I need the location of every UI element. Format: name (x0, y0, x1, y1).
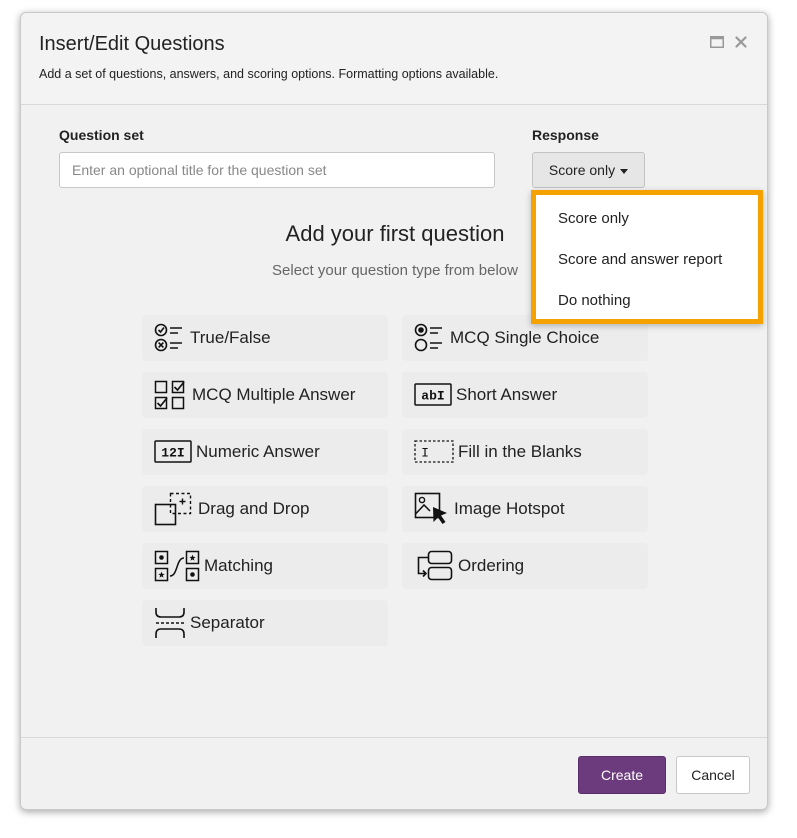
short-answer-icon-text: abI (421, 389, 444, 404)
response-option-score-and-answer-report[interactable]: Score and answer report (558, 251, 722, 268)
question-type-ordering[interactable]: Ordering (402, 543, 648, 589)
response-dropdown-button[interactable]: Score only (532, 152, 645, 188)
question-type-label: MCQ Multiple Answer (192, 385, 356, 404)
question-type-label: Ordering (458, 556, 525, 575)
footer-divider (21, 737, 767, 738)
ordering-icon (414, 550, 454, 582)
multiple-answer-icon (154, 379, 188, 411)
question-type-numeric-answer[interactable]: 12I Numeric Answer (142, 429, 388, 475)
question-set-label: Question set (59, 127, 144, 143)
question-type-label: Image Hotspot (454, 499, 565, 518)
short-answer-icon: abI (414, 382, 452, 408)
question-type-label: Short Answer (456, 385, 558, 404)
separator-icon (154, 606, 186, 640)
dialog-title: Insert/Edit Questions (39, 33, 225, 55)
question-type-label: Matching (204, 556, 273, 575)
question-type-short-answer[interactable]: abI Short Answer (402, 372, 648, 418)
question-type-label: Fill in the Blanks (458, 442, 582, 461)
cancel-button[interactable]: Cancel (676, 756, 750, 794)
dialog-header: Insert/Edit Questions Add a set of quest… (21, 13, 767, 105)
create-button[interactable]: Create (578, 756, 666, 794)
fill-blank-icon-text: I (421, 446, 429, 461)
question-set-input[interactable] (59, 152, 495, 188)
numeric-icon-text: 12I (161, 446, 184, 461)
question-type-true-false[interactable]: True/False (142, 315, 388, 361)
question-type-label: MCQ Single Choice (450, 328, 600, 347)
question-type-fill-in-the-blanks[interactable]: I Fill in the Blanks (402, 429, 648, 475)
question-type-mcq-multiple-answer[interactable]: MCQ Multiple Answer (142, 372, 388, 418)
question-type-separator[interactable]: Separator (142, 600, 388, 646)
single-choice-icon (414, 322, 446, 354)
numeric-answer-icon: 12I (154, 439, 192, 465)
question-type-label: True/False (190, 328, 271, 347)
question-type-label: Drag and Drop (198, 499, 310, 518)
question-type-matching[interactable]: Matching (142, 543, 388, 589)
true-false-icon (154, 322, 186, 354)
response-label: Response (532, 127, 599, 143)
response-option-do-nothing[interactable]: Do nothing (558, 292, 631, 309)
question-type-image-hotspot[interactable]: Image Hotspot (402, 486, 648, 532)
question-type-label: Numeric Answer (196, 442, 320, 461)
window-maximize-icon[interactable] (708, 33, 726, 51)
dialog-subtitle: Add a set of questions, answers, and sco… (39, 67, 499, 81)
response-selected-value: Score only (548, 162, 616, 178)
response-dropdown-menu: Score only Score and answer report Do no… (531, 190, 763, 324)
chevron-down-icon (620, 168, 629, 174)
drag-drop-icon (154, 492, 194, 526)
response-option-score-only[interactable]: Score only (558, 210, 629, 227)
fill-blanks-icon: I (414, 439, 454, 465)
question-type-drag-and-drop[interactable]: Drag and Drop (142, 486, 388, 532)
image-hotspot-icon (414, 492, 450, 526)
insert-edit-questions-dialog: Insert/Edit Questions Add a set of quest… (20, 12, 768, 810)
close-icon[interactable] (732, 33, 750, 51)
matching-icon (154, 550, 200, 582)
question-type-label: Separator (190, 613, 265, 632)
